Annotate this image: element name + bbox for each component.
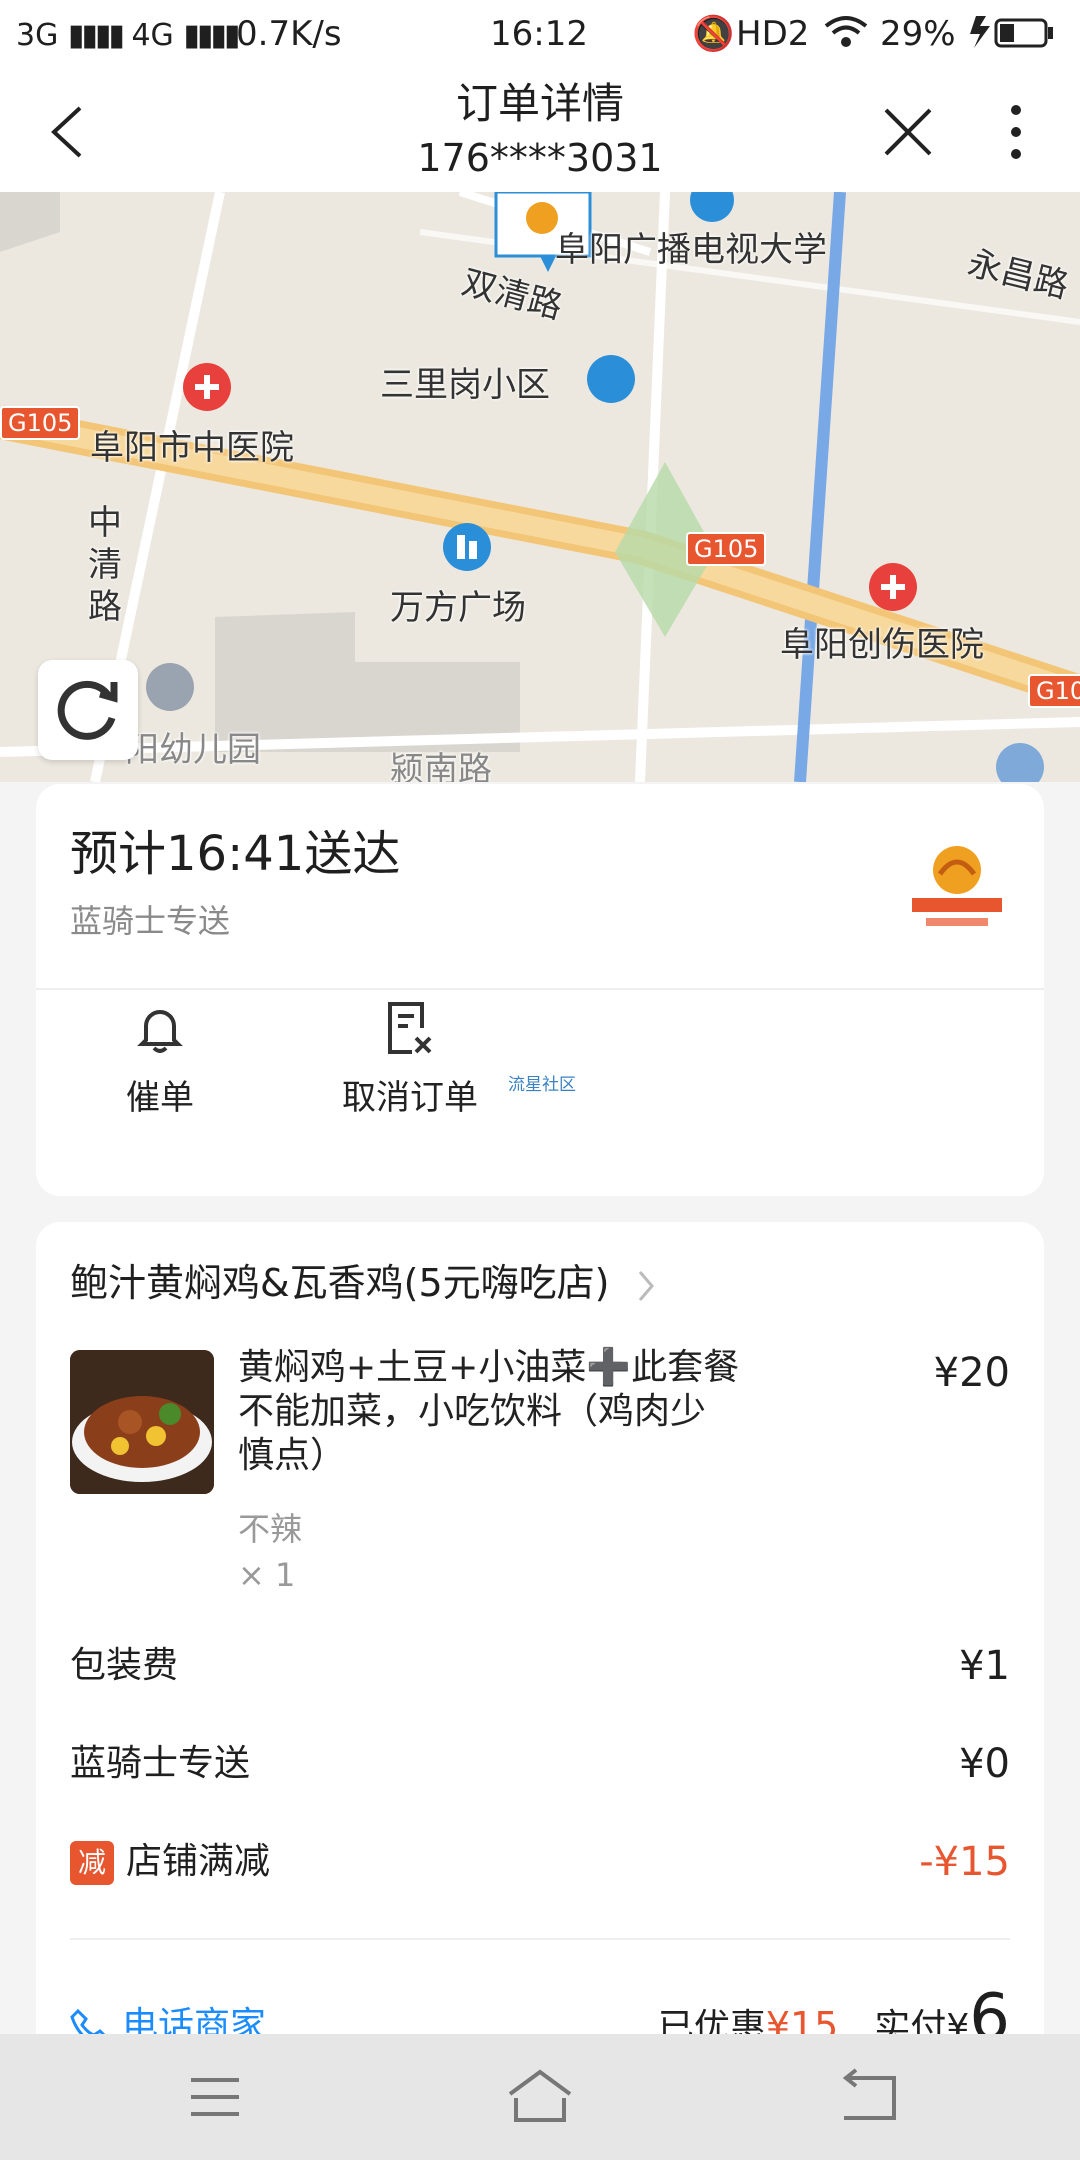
refresh-location-button[interactable] (38, 660, 138, 760)
urge-order-label: 催单 (126, 1078, 194, 1118)
map-route-shield: G10 (1028, 674, 1080, 708)
map-label-zhongqing-road: 中清路 (88, 503, 122, 627)
home-button[interactable] (480, 2062, 600, 2132)
back-nav-button[interactable] (808, 2062, 928, 2132)
map-label-tv-university: 阜阳广播电视大学 (555, 230, 827, 270)
map-route-shield: G105 (0, 406, 81, 440)
item-name: 黄焖鸡+土豆+小油菜➕此套餐 不能加菜，小吃饮料（鸡肉少 慎点） (238, 1346, 798, 1478)
map-label-trauma-hospital: 阜阳创伤医院 (780, 625, 984, 665)
shop-logo (902, 830, 1012, 940)
watermark-text: 流星社区 (508, 1075, 576, 1095)
delivery-card: 预计16:41送达 蓝骑士专送 催单 取消订单 流星社区 (36, 784, 1044, 1196)
fee-row-delivery: 蓝骑士专送 ¥0 (70, 1740, 1010, 1788)
shop-name: 鲍汁黄焖鸡&瓦香鸡(5元嗨吃店) (70, 1261, 610, 1305)
discount-label: 店铺满减 (126, 1841, 271, 1882)
rider-type: 蓝骑士专送 (70, 902, 231, 940)
bell-icon (137, 1010, 183, 1053)
back-arrow-icon (842, 2068, 896, 2120)
item-price: ¥20 (933, 1350, 1010, 1396)
status-time: 16:12 (490, 14, 588, 54)
order-divider (70, 1938, 1010, 1940)
item-spec: 不辣 (238, 1510, 303, 1548)
fee-value: ¥1 (959, 1643, 1010, 1689)
cancel-order-button[interactable]: 取消订单 (320, 978, 500, 1118)
battery-icon (970, 14, 1060, 59)
fee-value: ¥0 (959, 1741, 1010, 1787)
menu-button[interactable] (155, 2062, 275, 2132)
item-quantity: × 1 (238, 1556, 296, 1594)
chevron-right-icon (638, 1270, 654, 1301)
map-view[interactable]: 阜阳广播电视大学 永昌路 双清路 三里岗小区 阜阳市中医院 中清路 万方广场 阜… (0, 192, 1080, 782)
more-vertical-icon (1011, 105, 1021, 159)
menu-icon (191, 2078, 239, 2116)
fee-label: 蓝骑士专送 (70, 1743, 251, 1784)
more-button[interactable] (996, 100, 1036, 164)
map-label-kindergarten: 阳幼儿园 (125, 730, 261, 770)
item-name-line3: 慎点） (238, 1435, 347, 1476)
page-title: 订单详情 (455, 79, 624, 128)
hd-indicator: HD2 (736, 14, 810, 54)
item-name-line1: 黄焖鸡+土豆+小油菜 (238, 1347, 587, 1388)
battery-percent: 29% (880, 14, 956, 54)
phone-number: 176****3031 (417, 136, 663, 180)
chevron-left-icon (51, 106, 82, 158)
food-image (70, 1350, 214, 1494)
shop-name-link[interactable]: 鲍汁黄焖鸡&瓦香鸡(5元嗨吃店) (70, 1256, 658, 1310)
fee-row-packaging: 包装费 ¥1 (70, 1642, 1010, 1690)
mute-icon: 🔕 (692, 14, 735, 54)
plus-emoji: ➕ (586, 1347, 632, 1388)
wifi-icon (824, 14, 868, 59)
close-button[interactable] (880, 104, 936, 160)
refresh-icon (57, 680, 118, 740)
map-label-wanfang-plaza: 万方广场 (390, 588, 526, 628)
discount-badge: 减 (70, 1841, 114, 1885)
map-route-shield: G105 (686, 532, 767, 566)
cancel-order-label: 取消订单 (342, 1078, 478, 1118)
network-indicator: 3G ▮▮▮▮ 4G ▮▮▮▮ (16, 18, 240, 53)
system-nav-bar (0, 2034, 1080, 2160)
status-bar: 3G ▮▮▮▮ 4G ▮▮▮▮ 0.7K/s 16:12 🔕 HD2 29% (0, 0, 1080, 72)
close-icon (884, 108, 932, 156)
map-label-tcm-hospital: 阜阳市中医院 (90, 428, 294, 468)
map-label-yingnan-road: 颍南路 (390, 750, 492, 782)
urge-order-button[interactable]: 催单 (70, 978, 250, 1118)
home-icon (508, 2069, 572, 2122)
discount-row: 减店铺满减 -¥15 (70, 1838, 1010, 1886)
nav-bar: 订单详情 176****3031 (0, 72, 1080, 192)
item-name-line1b: 此套餐 (631, 1347, 740, 1388)
item-name-line2: 不能加菜，小吃饮料（鸡肉少 (238, 1391, 707, 1432)
order-card: 鲍汁黄焖鸡&瓦香鸡(5元嗨吃店) 黄焖鸡+土豆+小油菜➕此套餐 不能加菜，小吃饮… (36, 1222, 1044, 2122)
fee-label: 包装费 (70, 1645, 179, 1686)
map-label-sanli-community: 三里岗小区 (380, 365, 550, 405)
network-speed: 0.7K/s (236, 14, 342, 54)
discount-value: -¥15 (919, 1839, 1010, 1885)
delivery-eta: 预计16:41送达 (70, 826, 401, 882)
cancel-order-icon (388, 1002, 432, 1054)
back-button[interactable] (40, 102, 100, 162)
